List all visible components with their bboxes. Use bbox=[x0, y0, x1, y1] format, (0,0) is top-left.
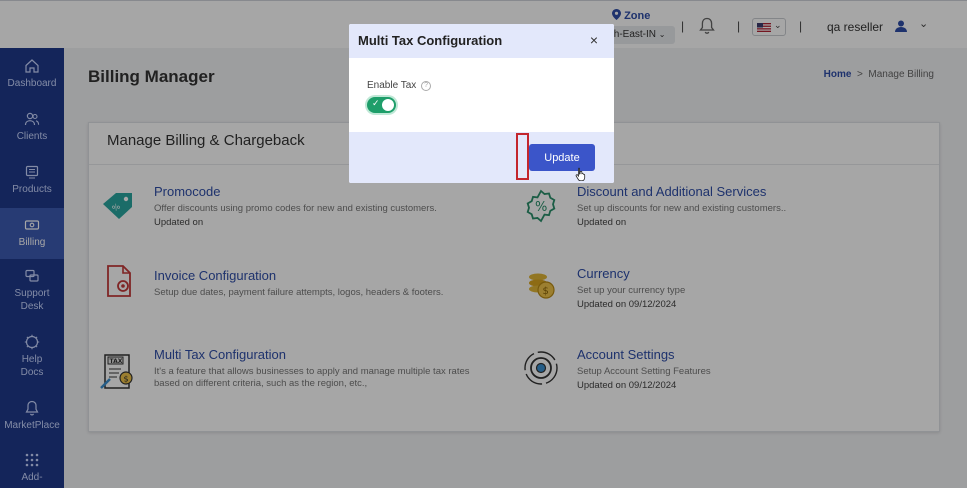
toggle-knob bbox=[382, 99, 394, 111]
modal-title: Multi Tax Configuration bbox=[358, 33, 503, 48]
modal-header: Multi Tax Configuration × bbox=[349, 24, 614, 58]
hand-cursor-icon bbox=[575, 167, 587, 183]
check-icon: ✓ bbox=[372, 98, 380, 108]
enable-tax-label: Enable Tax ? bbox=[367, 80, 432, 91]
highlight-box bbox=[516, 133, 529, 180]
modal-footer: Update bbox=[349, 132, 614, 183]
enable-tax-toggle[interactable]: ✓ bbox=[367, 97, 396, 113]
help-circle-icon[interactable]: ? bbox=[421, 81, 432, 91]
close-icon[interactable]: × bbox=[590, 32, 598, 48]
multi-tax-modal: Multi Tax Configuration × Enable Tax ? ✓… bbox=[349, 24, 614, 183]
